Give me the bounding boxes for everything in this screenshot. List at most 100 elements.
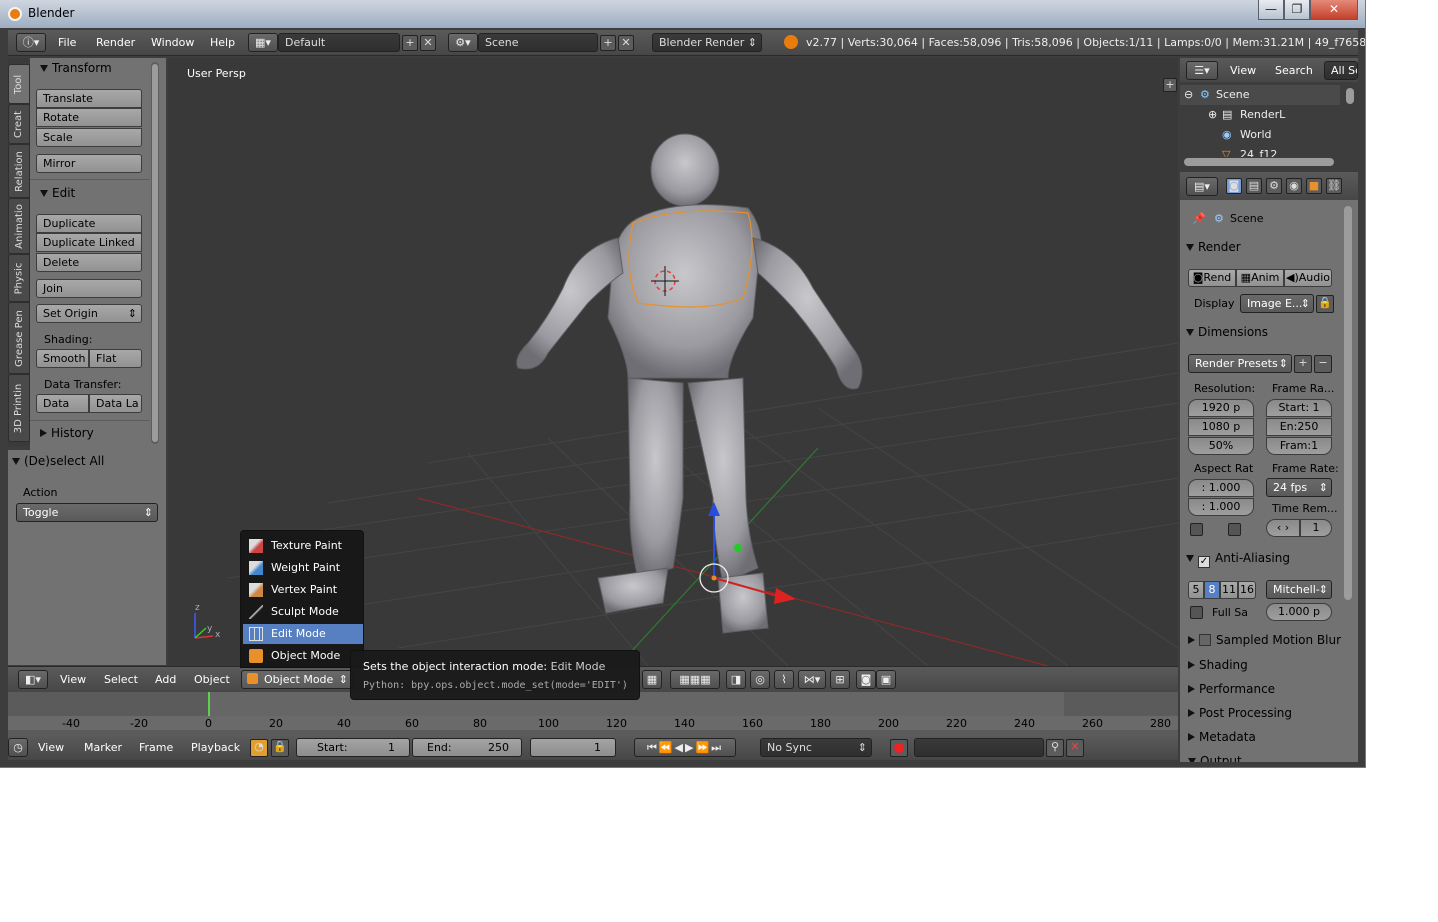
scene-selector-icon[interactable]: ⚙▾: [448, 33, 478, 52]
panel-header-output[interactable]: Output: [1180, 754, 1340, 762]
timeline-menu-view[interactable]: View: [38, 741, 64, 754]
aa-samples-8[interactable]: 8: [1204, 581, 1220, 599]
time-remap-old-field[interactable]: ‹ ›: [1266, 519, 1300, 537]
record-icon[interactable]: [890, 739, 908, 757]
menu-view[interactable]: View: [60, 673, 86, 686]
aspect-x-field[interactable]: : 1.000: [1188, 479, 1254, 497]
menu-item-weight-paint[interactable]: Weight Paint: [243, 558, 363, 578]
snap-element-icon[interactable]: ⋈▾: [798, 670, 826, 689]
crop-checkbox[interactable]: [1228, 523, 1241, 536]
panel-header-history[interactable]: History: [30, 426, 150, 446]
smooth-button[interactable]: Smooth: [36, 349, 89, 368]
timeline-menu-marker[interactable]: Marker: [84, 741, 122, 754]
menu-item-sculpt-mode[interactable]: Sculpt Mode: [243, 602, 363, 622]
resolution-y-field[interactable]: 1080 p: [1188, 418, 1254, 436]
panel-header-metadata[interactable]: Metadata: [1180, 730, 1340, 750]
current-frame-marker[interactable]: [208, 692, 210, 716]
display-mode-select[interactable]: Image E... ⇕: [1240, 294, 1314, 313]
action-select[interactable]: Toggle ⇕: [16, 503, 158, 522]
start-frame-field[interactable]: Start: 1: [296, 738, 410, 757]
animation-button[interactable]: ▦Anim: [1236, 269, 1284, 287]
outliner-item-scene[interactable]: ⊖ ⚙ Scene: [1180, 85, 1340, 105]
editor-type-timeline-icon[interactable]: ◷: [8, 738, 28, 757]
menu-item-vertex-paint[interactable]: Vertex Paint: [243, 580, 363, 600]
menu-item-edit-mode[interactable]: Edit Mode: [243, 624, 363, 644]
screen-layout-icon[interactable]: ▦▾: [248, 33, 278, 52]
panel-header-dimensions[interactable]: Dimensions: [1180, 325, 1340, 345]
anti-aliasing-checkbox[interactable]: ✓: [1198, 556, 1210, 568]
aspect-y-field[interactable]: : 1.000: [1188, 498, 1254, 516]
pin-icon[interactable]: 📌: [1192, 212, 1206, 225]
time-remap-new-field[interactable]: 1: [1300, 519, 1332, 537]
tab-grease-pencil[interactable]: Grease Pen: [8, 302, 30, 374]
panel-header-anti-aliasing[interactable]: ✓ Anti-Aliasing: [1180, 551, 1340, 571]
menu-item-texture-paint[interactable]: Texture Paint: [243, 536, 363, 556]
world-tab-icon[interactable]: ◉: [1286, 178, 1302, 194]
remove-layout-icon[interactable]: ✕: [420, 35, 436, 51]
screen-layout-field[interactable]: Default: [278, 33, 400, 52]
layer-grid-icon[interactable]: ▦: [642, 670, 662, 689]
panel-header-motion-blur[interactable]: Sampled Motion Blur: [1180, 633, 1350, 653]
maximize-button[interactable]: ❐: [1284, 0, 1310, 20]
panel-header-performance[interactable]: Performance: [1180, 682, 1340, 702]
timeline-menu-frame[interactable]: Frame: [139, 741, 173, 754]
aa-samples-16[interactable]: 16: [1238, 581, 1256, 599]
keying-set-field[interactable]: [914, 738, 1044, 757]
duplicate-button[interactable]: Duplicate: [36, 214, 142, 233]
add-scene-icon[interactable]: +: [600, 35, 616, 51]
duplicate-linked-button[interactable]: Duplicate Linked: [36, 233, 142, 252]
tab-3d-printing[interactable]: 3D Printin: [8, 374, 30, 442]
snap-icon[interactable]: ⌇: [774, 670, 794, 689]
full-sample-checkbox[interactable]: [1190, 606, 1203, 619]
proportional-edit-icon[interactable]: ◎: [750, 670, 770, 689]
panel-header-shading[interactable]: Shading: [1180, 658, 1340, 678]
outliner-item-object[interactable]: ▽ 24_f12: [1180, 145, 1340, 157]
lock-interface-icon[interactable]: 🔒: [1316, 295, 1334, 313]
minimize-button[interactable]: —: [1258, 0, 1284, 20]
display-mode-select[interactable]: All Sc: [1324, 61, 1358, 80]
redo-panel-header[interactable]: (De)select All: [8, 454, 158, 474]
lock-layers-icon[interactable]: ◨: [726, 670, 746, 689]
render-tab-icon[interactable]: ◙: [1226, 178, 1242, 194]
join-button[interactable]: Join: [36, 279, 142, 298]
end-frame-field[interactable]: End: 250: [412, 738, 522, 757]
menu-object[interactable]: Object: [194, 673, 230, 686]
add-preset-icon[interactable]: +: [1294, 355, 1312, 373]
outliner-item-world[interactable]: ◉ World: [1180, 125, 1340, 145]
editor-type-properties-icon[interactable]: ▤▾: [1186, 177, 1218, 196]
menu-help[interactable]: Help: [210, 36, 235, 49]
menu-file[interactable]: File: [58, 36, 76, 49]
render-presets-select[interactable]: Render Presets ⇕: [1188, 354, 1292, 373]
outliner-hscrollbar[interactable]: [1184, 158, 1334, 166]
outliner-item-renderlayers[interactable]: ⊕ ▤ RenderL: [1180, 105, 1340, 125]
resolution-percent-field[interactable]: 50%: [1188, 437, 1254, 455]
mirror-button[interactable]: Mirror: [36, 154, 142, 173]
menu-render[interactable]: Render: [96, 36, 135, 49]
layer-buttons[interactable]: ▦▦▦: [670, 670, 720, 689]
tab-create[interactable]: Creat: [8, 104, 30, 144]
delete-button[interactable]: Delete: [36, 253, 142, 272]
close-button[interactable]: ✕: [1310, 0, 1358, 20]
timeline-menu-playback[interactable]: Playback: [191, 741, 240, 754]
menu-window[interactable]: Window: [151, 36, 194, 49]
data-layout-button[interactable]: Data La: [89, 394, 142, 413]
frame-step-field[interactable]: Fram:1: [1266, 437, 1332, 455]
remove-preset-icon[interactable]: −: [1314, 355, 1332, 373]
render-anim-opengl-icon[interactable]: ▣: [876, 670, 896, 689]
playback-controls[interactable]: ⏮⏪◀▶⏩⏭: [634, 738, 736, 757]
panel-header-render[interactable]: Render: [1180, 240, 1340, 260]
tool-shelf-scrollbar[interactable]: [151, 62, 159, 444]
properties-toggle-icon[interactable]: +: [1163, 78, 1177, 92]
character-mesh[interactable]: [516, 133, 863, 634]
translate-button[interactable]: Translate: [36, 89, 142, 108]
flat-button[interactable]: Flat: [89, 349, 142, 368]
object-tab-icon[interactable]: ■: [1306, 178, 1322, 194]
render-layers-tab-icon[interactable]: ▤: [1246, 178, 1262, 194]
render-button[interactable]: ◙Rend: [1188, 269, 1236, 287]
panel-header-edit[interactable]: Edit: [30, 186, 150, 206]
outliner-vscrollbar[interactable]: [1346, 88, 1354, 104]
audio-button[interactable]: ◀)Audio: [1284, 269, 1332, 287]
tab-relations[interactable]: Relation: [8, 144, 30, 198]
delete-keyframe-icon[interactable]: ✕: [1066, 739, 1084, 757]
render-opengl-icon[interactable]: ◙: [856, 670, 876, 689]
